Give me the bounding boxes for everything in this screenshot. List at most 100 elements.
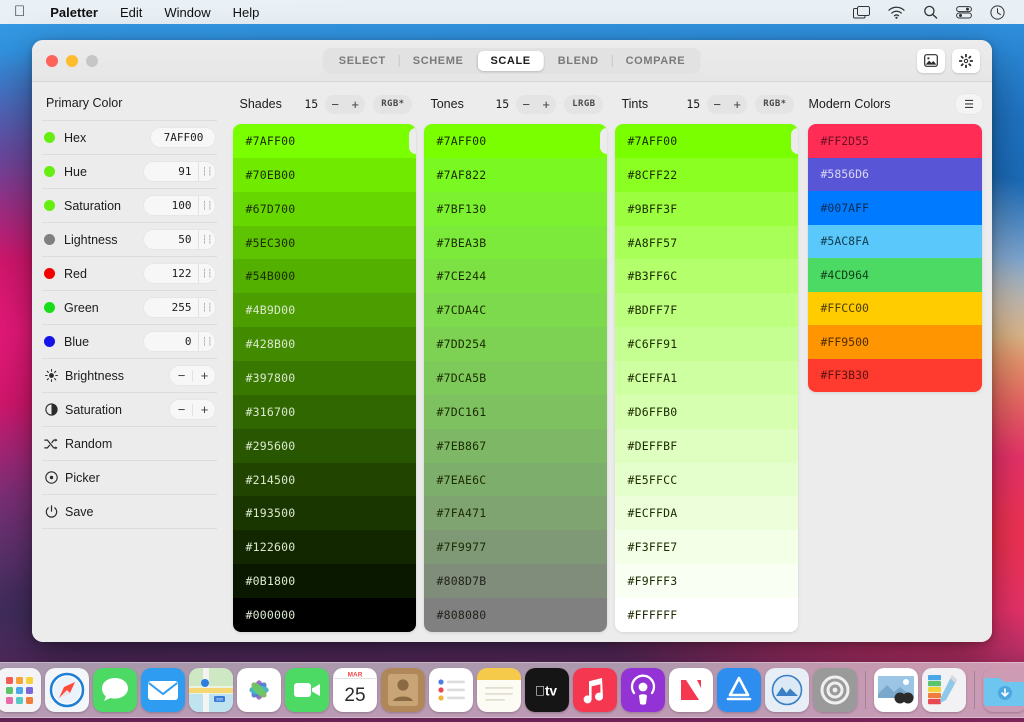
modern-color-swatch[interactable]: #5856D6 — [808, 157, 982, 191]
dock-icon-appleapps[interactable] — [765, 668, 809, 712]
sidebar-row-hue[interactable]: Hue 91 ┆┆ — [42, 154, 218, 188]
color-swatch[interactable]: #7BF130 — [424, 191, 608, 226]
sidebar-row-green[interactable]: Green 255 ┆┆ — [42, 290, 218, 324]
zoom-button[interactable] — [86, 54, 98, 67]
modern-color-swatch[interactable]: #007AFF — [808, 191, 982, 225]
color-swatch[interactable]: #7EAE6C — [424, 462, 608, 497]
saturation-minus-button[interactable]: − — [170, 403, 192, 416]
modern-color-swatch[interactable]: #5AC8FA — [808, 224, 982, 258]
dock-icon-safari[interactable] — [45, 668, 89, 712]
screen-mirroring-icon[interactable] — [844, 5, 879, 19]
brightness-plus-button[interactable]: + — [193, 369, 215, 382]
minimize-button[interactable] — [66, 54, 78, 67]
column-minus-button[interactable]: − — [707, 98, 727, 111]
dock-icon-podcasts[interactable] — [621, 668, 665, 712]
brightness-minus-button[interactable]: − — [170, 369, 192, 382]
apple-logo-icon[interactable]:  — [0, 4, 39, 19]
column-mode-button[interactable]: RGB* — [373, 94, 413, 114]
color-swatch[interactable]: #E5FFCC — [615, 462, 799, 497]
color-swatch[interactable]: #DEFFBF — [615, 428, 799, 463]
drag-handle-icon[interactable]: ┆┆ — [198, 264, 215, 283]
lightness-field[interactable]: 50 ┆┆ — [144, 230, 216, 249]
color-swatch[interactable]: #8CFF22 — [615, 157, 799, 192]
drag-handle-icon[interactable]: ┆┆ — [198, 230, 215, 249]
color-swatch[interactable]: #808D7B — [424, 564, 608, 599]
color-swatch[interactable]: #B3FF6C — [615, 259, 799, 294]
hamburger-menu-icon[interactable]: ☰ — [956, 94, 982, 114]
tab-scale[interactable]: SCALE — [477, 50, 544, 71]
gear-icon[interactable] — [952, 48, 980, 73]
color-swatch[interactable]: #7CDA4C — [424, 293, 608, 328]
color-swatch[interactable]: #A8FF57 — [615, 225, 799, 260]
dock-icon-contacts[interactable] — [381, 668, 425, 712]
dock-icon-reminders[interactable] — [429, 668, 473, 712]
dock-icon-preview[interactable] — [874, 668, 918, 712]
column-mode-button[interactable]: LRGB — [564, 94, 604, 114]
sidebar-row-blue[interactable]: Blue 0 ┆┆ — [42, 324, 218, 358]
color-swatch[interactable]: #CEFFA1 — [615, 361, 799, 395]
column-mode-button[interactable]: RGB* — [755, 94, 795, 114]
dock-icon-news[interactable] — [669, 668, 713, 712]
drag-handle-icon[interactable]: ┆┆ — [198, 332, 215, 351]
color-swatch[interactable]: #193500 — [233, 496, 417, 531]
dock-icon-facetime[interactable] — [285, 668, 329, 712]
color-swatch[interactable]: #000000 — [233, 598, 417, 632]
color-swatch[interactable]: #316700 — [233, 394, 417, 429]
sidebar-row-saturation-stepper[interactable]: Saturation − + — [42, 392, 218, 426]
color-swatch[interactable]: #70EB00 — [233, 157, 417, 192]
modern-color-swatch[interactable]: #4CD964 — [808, 258, 982, 292]
color-swatch[interactable]: #7AF822 — [424, 157, 608, 192]
column-minus-button[interactable]: − — [325, 98, 345, 111]
color-swatch[interactable]: #FFFFFF — [615, 598, 799, 632]
dock-icon-systempreferences[interactable] — [813, 668, 857, 712]
column-count-stepper[interactable]: − + — [325, 94, 366, 114]
dock-icon-appstore[interactable] — [717, 668, 761, 712]
blue-field[interactable]: 0 ┆┆ — [144, 332, 216, 351]
image-export-icon[interactable] — [917, 48, 945, 73]
color-swatch[interactable]: #0B1800 — [233, 564, 417, 599]
dock-icon-photos[interactable] — [237, 668, 281, 712]
modern-color-swatch[interactable]: #FF9500 — [808, 325, 982, 359]
color-swatch[interactable]: #7AFF00 — [615, 124, 799, 158]
dock-icon-paletter[interactable] — [922, 668, 966, 712]
saturation-field[interactable]: 100 ┆┆ — [144, 196, 216, 215]
control-center-icon[interactable] — [947, 5, 981, 19]
color-swatch[interactable]: #214500 — [233, 462, 417, 497]
dock-icon-notes[interactable] — [477, 668, 521, 712]
menu-item-edit[interactable]: Edit — [109, 5, 153, 20]
tab-compare[interactable]: COMPARE — [613, 51, 699, 71]
drag-handle-icon[interactable]: ┆┆ — [198, 298, 215, 317]
color-swatch[interactable]: #7FA471 — [424, 496, 608, 531]
hex-field[interactable]: 7AFF00 — [151, 128, 216, 147]
color-swatch[interactable]: #7DC161 — [424, 394, 608, 429]
color-swatch[interactable]: #67D700 — [233, 191, 417, 226]
tab-select[interactable]: SELECT — [326, 51, 399, 71]
clock-icon[interactable] — [981, 4, 1014, 20]
sidebar-row-hex[interactable]: Hex 7AFF00 — [42, 120, 218, 154]
dock-icon-appletv[interactable]: tv — [525, 668, 569, 712]
window-titlebar[interactable]: SELECT SCHEME SCALE BLEND COMPARE — [32, 40, 992, 82]
color-swatch[interactable]: #F9FFF3 — [615, 564, 799, 599]
color-swatch[interactable]: #7F9977 — [424, 530, 608, 565]
color-swatch[interactable]: #4B9D00 — [233, 293, 417, 328]
tab-blend[interactable]: BLEND — [545, 51, 612, 71]
color-swatch[interactable]: #7CE244 — [424, 259, 608, 294]
menu-item-window[interactable]: Window — [153, 5, 221, 20]
dock-icon-maps[interactable]: 280 — [189, 668, 233, 712]
color-swatch[interactable]: #7DD254 — [424, 327, 608, 362]
color-swatch[interactable]: #C6FF91 — [615, 327, 799, 362]
dock-icon-messages[interactable] — [93, 668, 137, 712]
dock-icon-calendar[interactable]: MAR 25 — [333, 668, 377, 712]
color-swatch[interactable]: #122600 — [233, 530, 417, 565]
color-swatch[interactable]: #295600 — [233, 428, 417, 463]
menu-item-help[interactable]: Help — [222, 5, 271, 20]
wifi-icon[interactable] — [879, 6, 914, 19]
hue-field[interactable]: 91 ┆┆ — [144, 162, 216, 181]
color-swatch[interactable]: #ECFFDA — [615, 496, 799, 531]
menu-item-app[interactable]: Paletter — [39, 5, 109, 20]
column-plus-button[interactable]: + — [345, 98, 365, 111]
color-swatch[interactable]: #7DCA5B — [424, 361, 608, 395]
column-plus-button[interactable]: + — [727, 98, 747, 111]
color-swatch[interactable]: #5EC300 — [233, 225, 417, 260]
color-swatch[interactable]: #9BFF3F — [615, 191, 799, 226]
